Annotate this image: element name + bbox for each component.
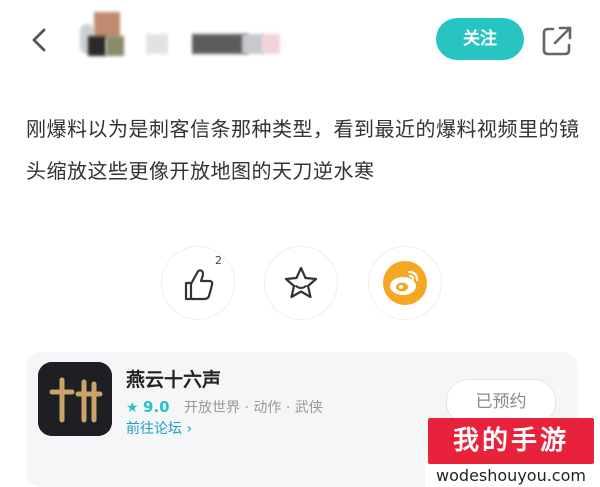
weibo-icon [383,261,427,305]
forum-link-label: 前往论坛 [126,421,182,437]
game-logo[interactable] [38,362,112,436]
favorite-button[interactable] [264,246,338,320]
chevron-right-icon: › [186,421,193,437]
forum-link[interactable]: 前往论坛 › [126,418,192,438]
thumbs-up-icon [184,269,214,301]
game-tags: 开放世界 · 动作 · 武侠 [184,400,323,416]
share-icon[interactable] [538,22,576,60]
back-icon[interactable] [22,22,58,58]
rating-star-icon: ★ [126,400,139,416]
game-rating: 9.0 [143,398,170,416]
game-meta: ★ 9.0 开放世界 · 动作 · 武侠 [126,397,323,417]
follow-button[interactable]: 关注 [436,18,524,60]
blurred-user-info [74,12,304,62]
like-button[interactable] [161,246,235,320]
top-bar: 关注 [0,0,600,82]
like-count: 2 [215,254,222,267]
star-icon [284,266,318,299]
weibo-share-button[interactable] [368,246,442,320]
post-text: 刚爆料以为是刺客信条那种类型，看到最近的爆料视频里的镜头缩放这些更像开放地图的天… [26,117,580,183]
game-title[interactable]: 燕云十六声 [126,365,221,392]
watermark-url: wodeshouyou.com [425,464,597,487]
watermark-brand: 我的手游 [428,418,594,464]
